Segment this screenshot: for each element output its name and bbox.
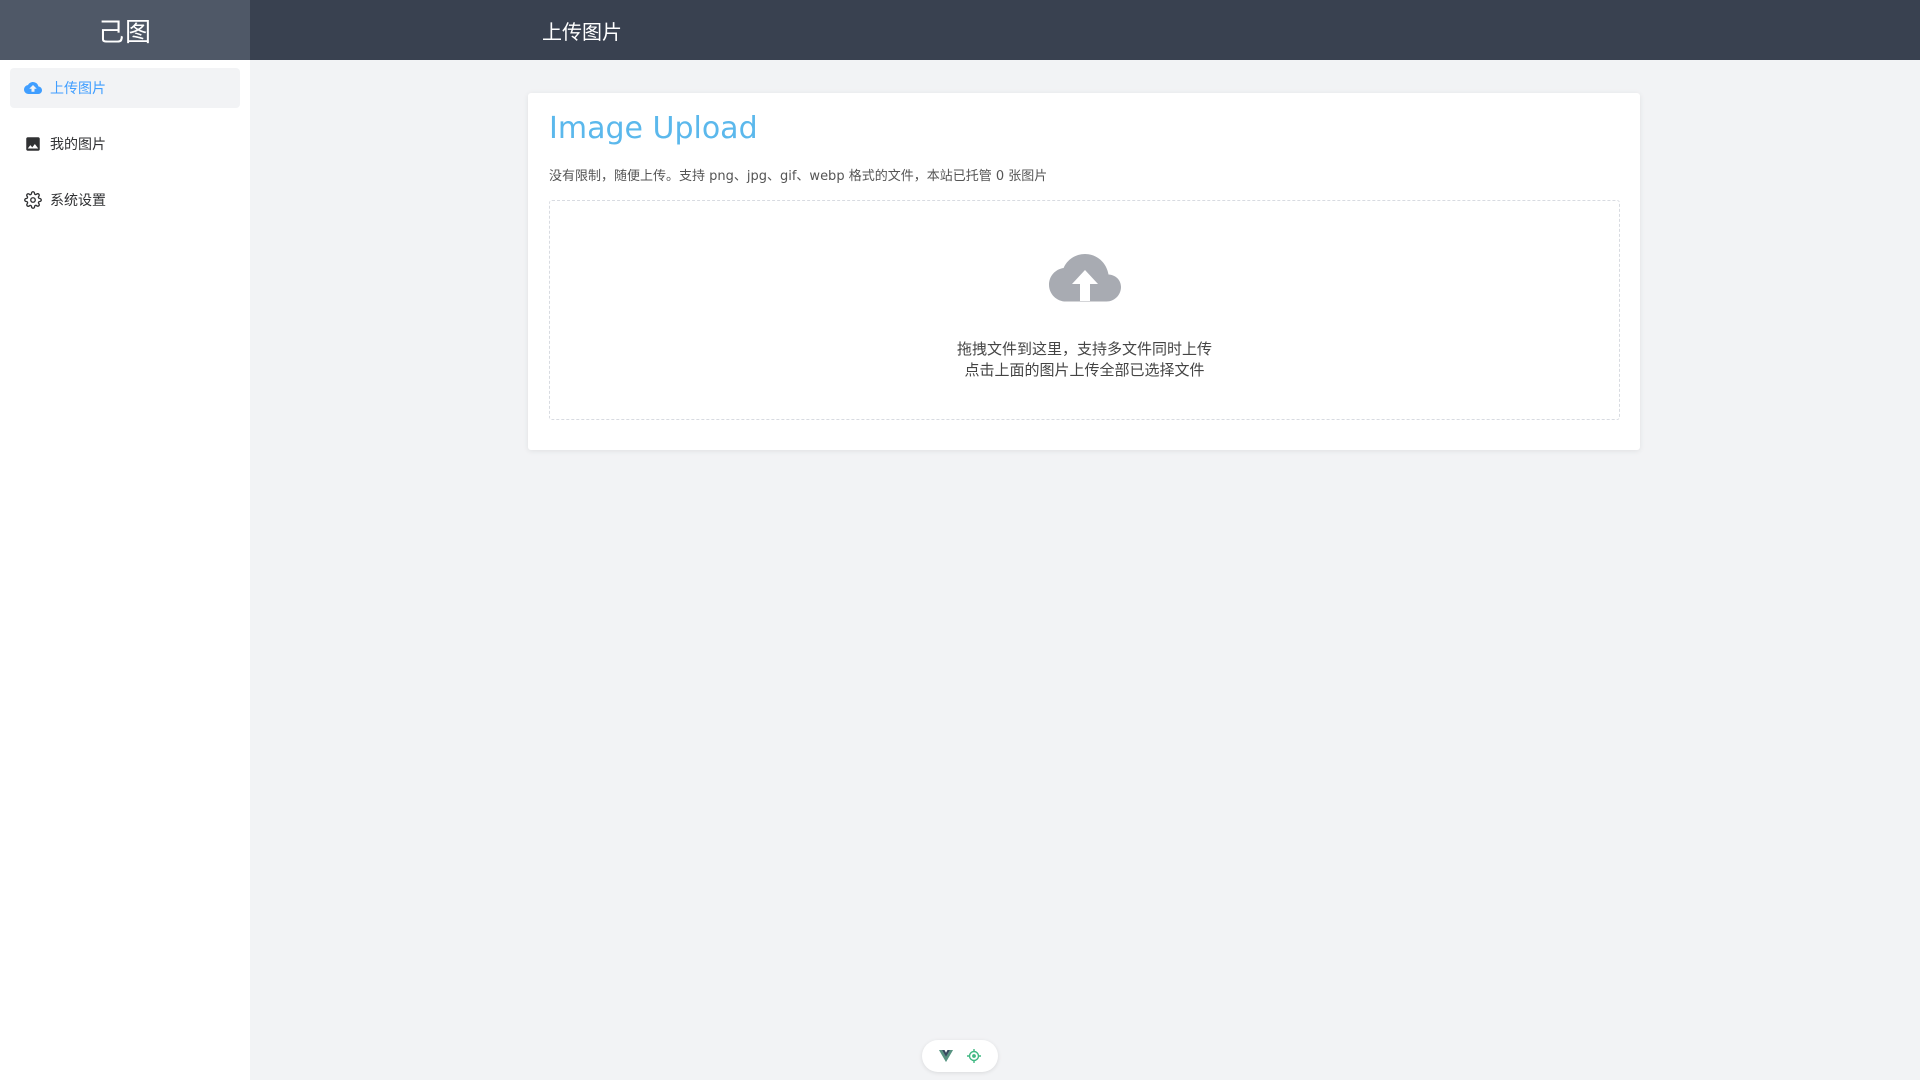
sidebar: 上传图片 我的图片 系统设置: [0, 60, 250, 1080]
sidebar-item-upload[interactable]: 上传图片: [10, 68, 240, 108]
image-icon: [24, 135, 42, 153]
brand-logo[interactable]: 己图: [0, 0, 250, 60]
inspector-target-icon[interactable]: [965, 1047, 983, 1065]
sidebar-item-label: 我的图片: [50, 137, 106, 153]
sidebar-item-label: 系统设置: [50, 193, 106, 209]
cloud-upload-icon: [24, 79, 42, 97]
dropzone-hint-click: 点击上面的图片上传全部已选择文件: [964, 361, 1205, 379]
top-header: 上传图片: [250, 0, 1920, 60]
upload-dropzone[interactable]: 拖拽文件到这里，支持多文件同时上传 点击上面的图片上传全部已选择文件: [549, 200, 1620, 420]
devtools-mini-bar: [922, 1040, 998, 1072]
app-root: 己图 上传图片 上传图片 我的图片 系统设置 Image Upload 没有限制…: [0, 0, 1920, 1080]
upload-card: Image Upload 没有限制，随便上传。支持 png、jpg、gif、we…: [528, 93, 1640, 450]
cloud-upload-icon: [1049, 254, 1121, 302]
vue-devtools-icon[interactable]: [937, 1047, 955, 1065]
upload-description: 没有限制，随便上传。支持 png、jpg、gif、webp 格式的文件，本站已托…: [549, 169, 1048, 184]
sidebar-item-my-images[interactable]: 我的图片: [10, 124, 240, 164]
page-title: 上传图片: [542, 19, 622, 44]
gear-icon: [24, 191, 42, 209]
sidebar-item-label: 上传图片: [50, 81, 106, 97]
dropzone-hint-drag: 拖拽文件到这里，支持多文件同时上传: [956, 340, 1212, 358]
sidebar-item-settings[interactable]: 系统设置: [10, 180, 240, 220]
brand-name: 己图: [97, 17, 152, 48]
upload-title: Image Upload: [549, 111, 758, 146]
